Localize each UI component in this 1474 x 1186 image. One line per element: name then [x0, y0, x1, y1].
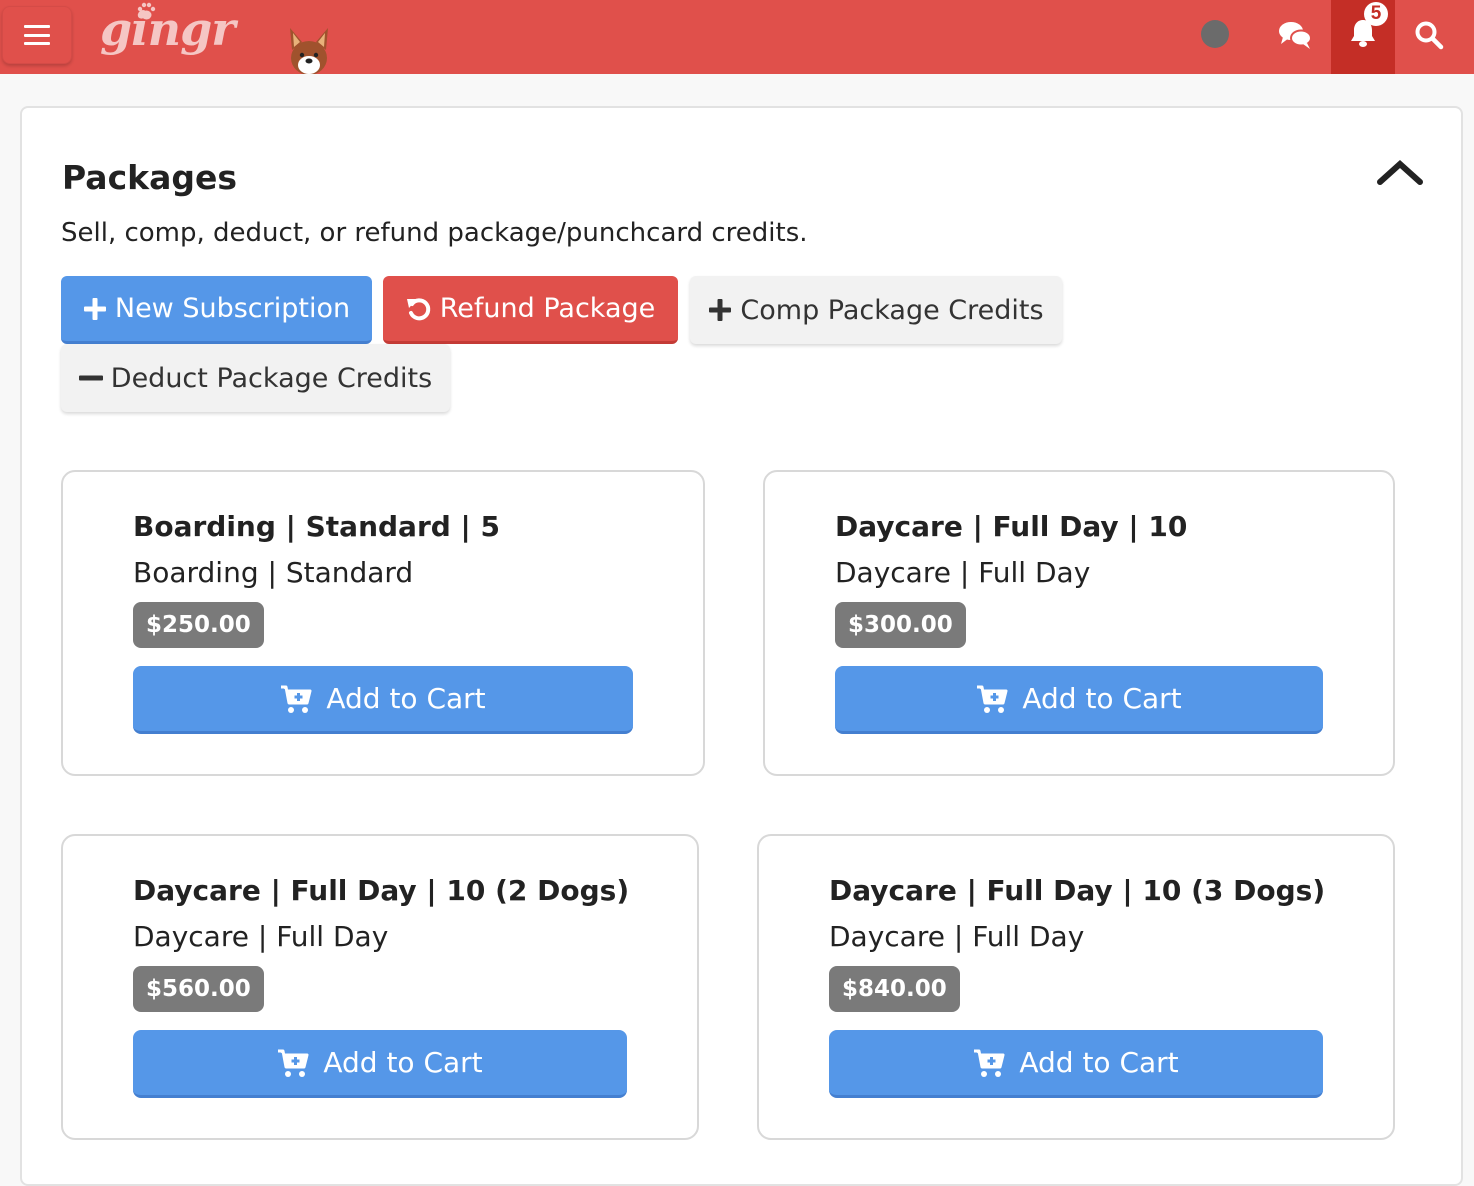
section-title: Packages: [62, 158, 237, 197]
package-card: Daycare | Full Day | 10 (3 Dogs) Daycare…: [757, 834, 1395, 1140]
package-name: Boarding | Standard | 5: [133, 510, 500, 543]
minus-icon: [78, 375, 103, 381]
package-card: Daycare | Full Day | 10 (2 Dogs) Daycare…: [61, 834, 699, 1140]
hamburger-menu-icon: [24, 25, 50, 45]
chevron-up-icon[interactable]: [1374, 156, 1426, 192]
cart-plus-icon: [278, 1049, 309, 1077]
package-description: Boarding | Standard: [133, 556, 414, 589]
undo-icon: [406, 297, 430, 320]
search-icon[interactable]: [1414, 20, 1444, 50]
gingr-logo[interactable]: gingr: [100, 2, 235, 56]
notification-count-badge: 5: [1364, 2, 1388, 26]
menu-button[interactable]: [2, 6, 72, 64]
comp-package-credits-button[interactable]: Comp Package Credits: [690, 276, 1062, 344]
refund-package-button[interactable]: Refund Package: [383, 276, 678, 344]
package-card: Daycare | Full Day | 10 Daycare | Full D…: [763, 470, 1395, 776]
deduct-package-credits-label: Deduct Package Credits: [110, 362, 433, 394]
add-to-cart-button[interactable]: Add to Cart: [133, 1030, 627, 1098]
add-to-cart-label: Add to Cart: [323, 1046, 483, 1079]
new-subscription-button[interactable]: New Subscription: [61, 276, 372, 344]
section-subtitle: Sell, comp, deduct, or refund package/pu…: [61, 218, 808, 248]
add-to-cart-label: Add to Cart: [326, 682, 486, 715]
add-to-cart-button[interactable]: Add to Cart: [133, 666, 633, 734]
package-description: Daycare | Full Day: [835, 556, 1091, 589]
add-to-cart-button[interactable]: Add to Cart: [835, 666, 1323, 734]
package-name: Daycare | Full Day | 10: [835, 510, 1188, 543]
package-name: Daycare | Full Day | 10 (3 Dogs): [829, 874, 1326, 907]
package-card: Boarding | Standard | 5 Boarding | Stand…: [61, 470, 705, 776]
add-to-cart-label: Add to Cart: [1019, 1046, 1179, 1079]
cart-plus-icon: [974, 1049, 1005, 1077]
notifications-button[interactable]: 5: [1331, 0, 1395, 74]
price-badge: $250.00: [133, 602, 264, 648]
packages-panel: Packages Sell, comp, deduct, or refund p…: [20, 106, 1463, 1186]
add-to-cart-label: Add to Cart: [1022, 682, 1182, 715]
chat-bubbles-icon[interactable]: [1277, 20, 1313, 50]
refund-package-label: Refund Package: [439, 293, 656, 324]
package-description: Daycare | Full Day: [133, 920, 389, 953]
price-badge: $300.00: [835, 602, 966, 648]
cart-plus-icon: [281, 685, 312, 713]
plus-icon: [709, 299, 732, 321]
status-dot-icon[interactable]: [1201, 20, 1229, 48]
price-badge: $840.00: [829, 966, 960, 1012]
package-name: Daycare | Full Day | 10 (2 Dogs): [133, 874, 630, 907]
package-description: Daycare | Full Day: [829, 920, 1085, 953]
cart-plus-icon: [977, 685, 1008, 713]
add-to-cart-button[interactable]: Add to Cart: [829, 1030, 1323, 1098]
dog-mascot-icon: [290, 28, 328, 74]
comp-package-credits-label: Comp Package Credits: [740, 294, 1044, 326]
plus-icon: [83, 297, 106, 320]
price-badge: $560.00: [133, 966, 264, 1012]
top-navbar: gingr 5: [0, 0, 1474, 74]
deduct-package-credits-button[interactable]: Deduct Package Credits: [61, 344, 450, 412]
new-subscription-label: New Subscription: [114, 293, 351, 324]
